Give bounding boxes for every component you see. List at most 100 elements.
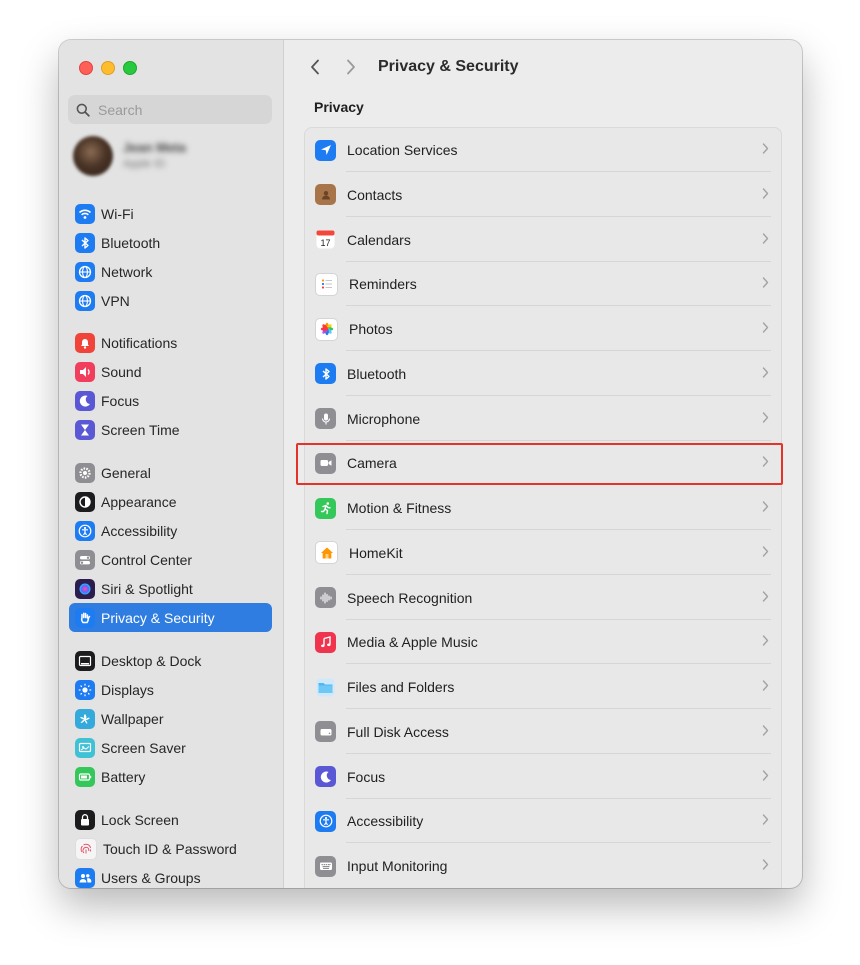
sidebar-item-displays[interactable]: Displays [69,675,272,704]
sidebar-item-screen-time[interactable]: Screen Time [69,415,272,444]
back-button[interactable] [306,56,324,78]
sidebar-item-users-groups[interactable]: Users & Groups [69,863,272,888]
appearance-icon [75,491,95,512]
privacy-row-camera[interactable]: Camera [305,441,781,486]
forward-button[interactable] [342,56,360,78]
page-title: Privacy & Security [378,58,519,75]
sidebar-item-label: VPN [101,292,130,309]
privacy-row-input-monitoring[interactable]: Input Monitoring [305,844,781,888]
speaker-icon [75,361,95,382]
gear-icon [75,462,95,483]
users-icon [75,867,95,888]
privacy-row-homekit[interactable]: HomeKit [305,531,781,575]
avatar [73,136,113,176]
hand-icon [75,607,95,628]
privacy-row-label: Microphone [347,410,421,427]
search-input[interactable] [96,100,260,119]
battery-icon [75,766,95,787]
privacy-row-speech-recognition[interactable]: Speech Recognition [305,576,781,620]
sidebar-item-touch-id-password[interactable]: Touch ID & Password [69,834,272,863]
privacy-row-photos[interactable]: Photos [305,307,781,351]
chevron-right-icon [762,678,769,696]
sidebar-item-label: Battery [101,768,146,785]
sidebar-item-label: Appearance [101,493,177,510]
sidebar-item-screen-saver[interactable]: Screen Saver [69,733,272,762]
moon-icon [75,390,95,411]
sidebar-item-vpn[interactable]: VPN [69,286,272,315]
chevron-right-icon [762,723,769,741]
sidebar-item-label: Focus [101,392,140,409]
sidebar-item-accessibility[interactable]: Accessibility [69,516,272,545]
sidebar-item-label: General [101,464,151,481]
privacy-row-full-disk-access[interactable]: Full Disk Access [305,710,781,754]
main-pane: Privacy & Security Privacy Location Serv… [284,40,802,888]
chevron-right-icon [347,59,355,75]
sidebar-item-battery[interactable]: Battery [69,762,272,791]
chevron-right-icon [762,454,769,472]
section-title: Privacy [314,99,364,115]
privacy-row-label: Focus [347,768,386,785]
svg-text:17: 17 [320,238,330,248]
sidebar-item-appearance[interactable]: Appearance [69,487,272,516]
chevron-right-icon [762,231,769,249]
privacy-row-reminders[interactable]: Reminders [305,262,781,307]
dock-icon [75,650,95,671]
lock-icon [75,809,95,830]
sidebar: Jean Meta Apple ID Wi-Fi Bluetooth Network… [59,40,284,888]
chevron-right-icon [762,589,769,607]
close-button[interactable] [79,61,93,75]
sidebar-item-bluetooth[interactable]: Bluetooth [69,228,272,257]
settings-window: Jean Meta Apple ID Wi-Fi Bluetooth Network… [59,40,802,888]
privacy-row-label: Camera [347,455,397,472]
privacy-row-microphone[interactable]: Microphone [305,397,781,441]
zoom-button[interactable] [123,61,137,75]
privacy-row-files-and-folders[interactable]: Files and Folders [305,665,781,709]
search-field[interactable] [68,95,272,124]
privacy-row-label: HomeKit [349,544,403,561]
sidebar-item-focus[interactable]: Focus [69,386,272,415]
sidebar-item-sound[interactable]: Sound [69,357,272,386]
privacy-row-label: Full Disk Access [347,723,449,740]
privacy-row-calendars[interactable]: 17 Calendars [305,218,781,262]
chevron-right-icon [762,544,769,562]
sidebar-item-label: Screen Time [101,421,180,438]
chevron-right-icon [762,410,769,428]
sidebar-item-label: Notifications [101,334,178,351]
sidebar-item-control-center[interactable]: Control Center [69,545,272,574]
sidebar-item-desktop-dock[interactable]: Desktop & Dock [69,646,272,675]
folder-icon [315,677,336,698]
sidebar-item-label: Lock Screen [101,811,179,828]
privacy-row-focus[interactable]: Focus [305,755,781,799]
privacy-row-bluetooth[interactable]: Bluetooth [305,352,781,396]
privacy-row-motion-fitness[interactable]: Motion & Fitness [305,486,781,530]
privacy-row-label: Reminders [349,276,417,293]
chevron-right-icon [762,768,769,786]
sidebar-item-wallpaper[interactable]: Wallpaper [69,704,272,733]
sidebar-item-label: Displays [101,681,154,698]
sidebar-item-network[interactable]: Network [69,257,272,286]
privacy-row-media-apple-music[interactable]: Media & Apple Music [305,620,781,665]
profile-subtitle: Apple ID [123,158,166,170]
minimize-button[interactable] [101,61,115,75]
apple-id-profile[interactable]: Jean Meta Apple ID [73,136,273,178]
camera-icon [315,452,336,474]
sidebar-item-wi-fi[interactable]: Wi-Fi [69,199,272,228]
sidebar-item-label: Desktop & Dock [101,652,202,669]
privacy-list: Location Services Contacts 17 Calendars Remi… [304,127,782,888]
disk-icon [315,721,336,743]
sidebar-item-privacy-security[interactable]: Privacy & Security [69,603,272,632]
privacy-row-location-services[interactable]: Location Services [305,128,781,172]
chevron-right-icon [762,186,769,204]
wallpaper-icon [75,708,95,729]
sidebar-item-general[interactable]: General [69,458,272,487]
sidebar-item-notifications[interactable]: Notifications [69,328,272,357]
privacy-row-label: Contacts [347,186,403,203]
privacy-row-accessibility[interactable]: Accessibility [305,799,781,844]
sidebar-item-label: Wallpaper [101,710,164,727]
photos-icon [315,317,338,341]
sidebar-item-label: Privacy & Security [101,609,215,626]
chevron-right-icon [762,812,769,830]
privacy-row-contacts[interactable]: Contacts [305,173,781,217]
sidebar-item-siri-spotlight[interactable]: Siri & Spotlight [69,574,272,603]
sidebar-item-lock-screen[interactable]: Lock Screen [69,805,272,834]
